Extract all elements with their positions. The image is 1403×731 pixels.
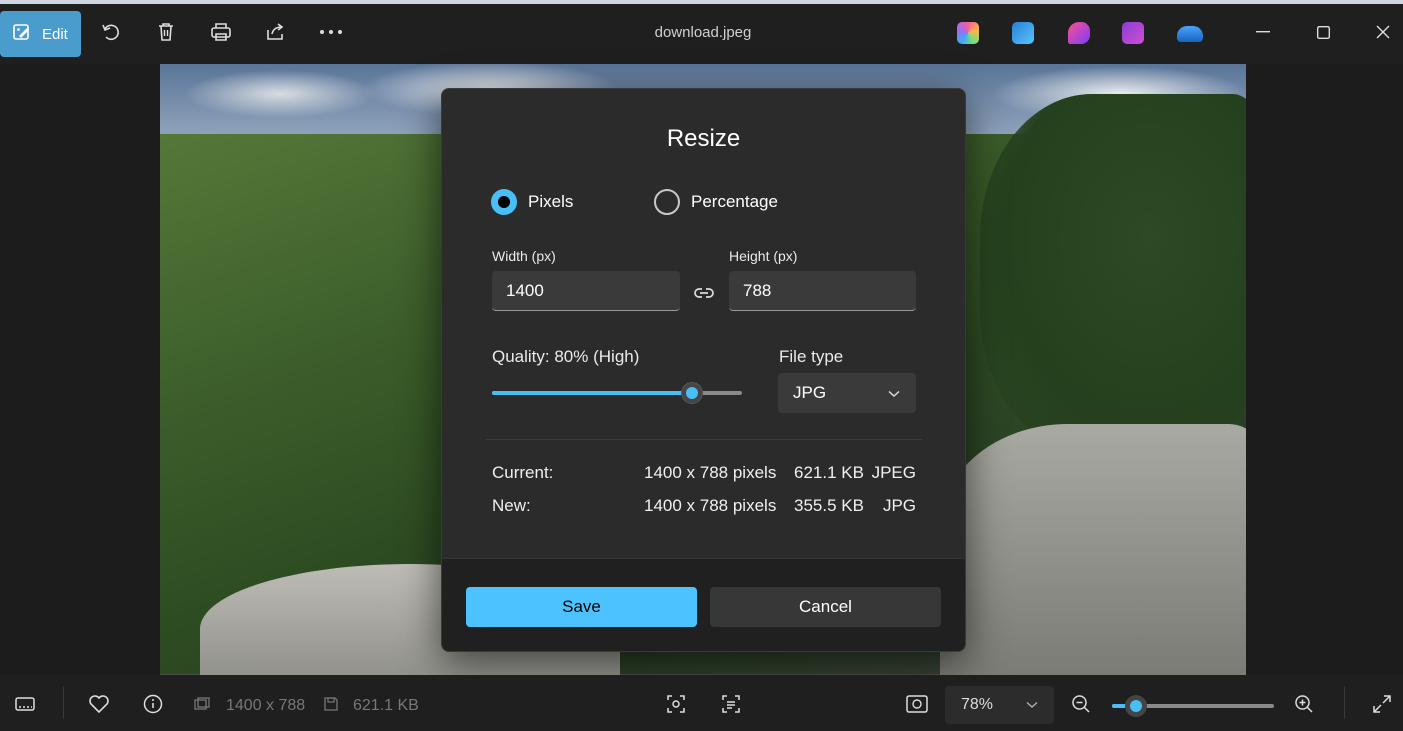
quality-slider[interactable] <box>492 382 742 404</box>
zoom-out-icon[interactable] <box>1070 693 1092 715</box>
status-filesize: 621.1 KB <box>353 697 419 714</box>
quality-slider-thumb[interactable] <box>681 382 703 404</box>
status-separator <box>1344 687 1345 719</box>
zoom-value: 78% <box>961 696 994 713</box>
zoom-in-icon[interactable] <box>1293 693 1315 715</box>
dialog-title: Resize <box>666 125 741 152</box>
minimize-icon[interactable] <box>1251 20 1275 44</box>
desktop-strip <box>0 0 1403 4</box>
radio-unselected-icon <box>654 189 680 215</box>
status-separator <box>63 687 64 719</box>
more-icon[interactable] <box>319 20 343 44</box>
photo-rock-right <box>940 424 1246 675</box>
new-label: New: <box>492 496 531 515</box>
width-label: Width (px) <box>492 248 556 264</box>
fullscreen-icon[interactable] <box>1371 693 1393 715</box>
status-dimensions: 1400 x 788 <box>226 697 306 714</box>
zoom-select[interactable]: 78% <box>945 686 1054 724</box>
info-icon[interactable] <box>142 693 164 715</box>
favorite-icon[interactable] <box>88 693 110 715</box>
zoom-slider[interactable] <box>1112 695 1274 717</box>
clipchamp-icon[interactable] <box>1068 22 1090 44</box>
edit-label: Edit <box>42 25 68 43</box>
window-title: download.jpeg <box>654 24 752 41</box>
height-label: Height (px) <box>729 248 798 264</box>
width-field[interactable]: 1400 <box>492 271 680 311</box>
current-label: Current: <box>492 463 554 482</box>
dimensions-icon <box>193 693 211 715</box>
new-format: JPG <box>882 496 916 515</box>
photo-trees <box>980 94 1246 454</box>
print-icon[interactable] <box>209 20 233 44</box>
new-dimensions: 1400 x 788 pixels <box>644 496 777 515</box>
dialog-divider <box>486 439 922 440</box>
current-format: JPEG <box>871 463 916 482</box>
chevron-down-icon <box>888 383 900 403</box>
resize-dialog: Resize Pixels Percentage Width (px) 1400… <box>441 88 966 652</box>
height-field[interactable]: 788 <box>729 271 916 311</box>
share-icon[interactable] <box>264 20 288 44</box>
pixels-radio-label: Pixels <box>528 192 574 211</box>
file-size-icon <box>322 693 340 715</box>
title-bar: Edit download.jpeg <box>0 0 1403 64</box>
quality-label: Quality: 80% (High) <box>492 347 640 366</box>
percentage-radio-label: Percentage <box>691 192 778 211</box>
file-type-value: JPG <box>793 383 827 402</box>
close-icon[interactable] <box>1371 20 1395 44</box>
radio-selected-icon <box>491 189 517 215</box>
new-size: 355.5 KB <box>794 496 864 515</box>
current-dimensions: 1400 x 788 pixels <box>644 463 777 482</box>
chevron-down-icon <box>1026 696 1038 714</box>
zoom-slider-thumb[interactable] <box>1125 695 1148 717</box>
file-type-label: File type <box>779 347 844 366</box>
link-icon[interactable] <box>692 281 716 305</box>
copilot-icon[interactable] <box>957 22 979 44</box>
filmstrip-icon[interactable] <box>14 693 36 715</box>
delete-icon[interactable] <box>154 20 178 44</box>
quality-slider-fill <box>492 391 692 395</box>
edit-button[interactable]: Edit <box>0 11 81 57</box>
clipchamp-film-icon[interactable] <box>1122 22 1144 44</box>
file-type-select[interactable]: JPG <box>778 373 916 413</box>
rotate-icon[interactable] <box>99 20 123 44</box>
text-scan-icon[interactable] <box>720 693 742 715</box>
edit-icon <box>12 22 32 46</box>
pixels-radio[interactable]: Pixels <box>491 189 573 215</box>
visual-search-icon[interactable] <box>665 693 687 715</box>
cancel-button[interactable]: Cancel <box>710 587 941 627</box>
status-bar: 1400 x 788 621.1 KB 78% <box>0 675 1403 731</box>
designer-icon[interactable] <box>1012 22 1034 44</box>
percentage-radio[interactable]: Percentage <box>654 189 778 215</box>
save-button[interactable]: Save <box>466 587 697 627</box>
current-size: 621.1 KB <box>794 463 864 482</box>
actual-size-icon[interactable] <box>906 693 928 715</box>
onedrive-icon[interactable] <box>1177 26 1203 42</box>
maximize-icon[interactable] <box>1311 20 1335 44</box>
